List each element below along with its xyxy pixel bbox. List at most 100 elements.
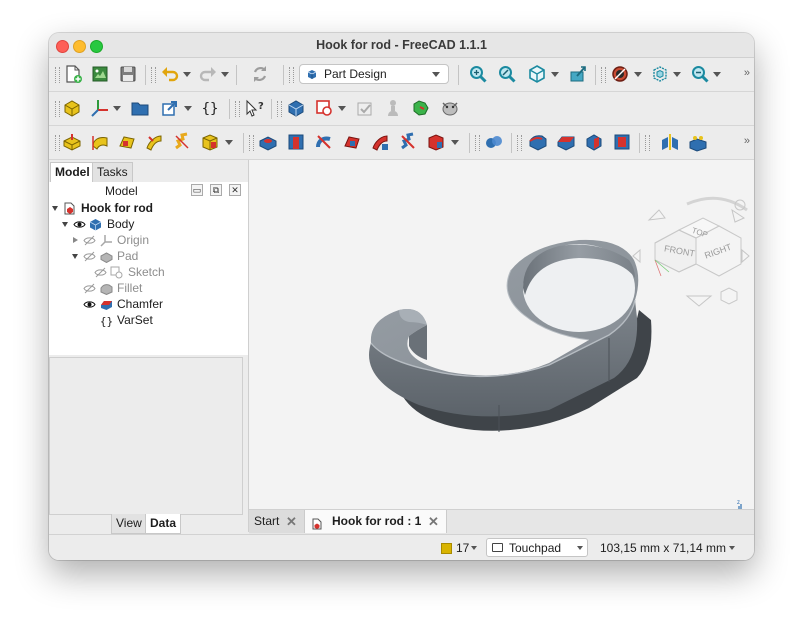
tab-data[interactable]: Data xyxy=(145,514,182,534)
coordinate-system-dropdown-arrow[interactable] xyxy=(113,106,121,111)
revolution-button[interactable] xyxy=(89,131,111,153)
tab-tasks[interactable]: Tasks xyxy=(92,162,133,182)
groove-button[interactable] xyxy=(313,131,335,153)
open-document-button[interactable] xyxy=(89,63,111,85)
draft-button[interactable] xyxy=(583,131,605,153)
fillet-button[interactable] xyxy=(527,131,549,153)
toolbar-grip[interactable] xyxy=(235,101,240,117)
notification-swatch-icon[interactable] xyxy=(441,543,452,554)
tree-item-chamfer[interactable]: Chamfer xyxy=(49,297,248,312)
close-panel-icon[interactable]: ✕ xyxy=(229,184,241,196)
sketch-dropdown-arrow[interactable] xyxy=(338,106,346,111)
tab-document[interactable]: Hook for rod : 1 ✕ xyxy=(305,510,447,533)
whats-this-button[interactable]: ? xyxy=(243,97,265,119)
tree-item-sketch[interactable]: Sketch xyxy=(49,265,248,280)
expand-arrow-icon[interactable] xyxy=(62,222,68,227)
toolbar-grip[interactable] xyxy=(517,135,522,151)
zoom-button[interactable] xyxy=(689,63,711,85)
create-group-button[interactable] xyxy=(129,97,151,119)
tab-model[interactable]: Model xyxy=(50,162,95,182)
close-icon[interactable]: ✕ xyxy=(286,510,297,533)
tree-item-origin[interactable]: Origin xyxy=(49,233,248,248)
eye-hidden-icon[interactable] xyxy=(83,234,96,247)
close-icon[interactable]: ✕ xyxy=(428,510,439,533)
expand-arrow-icon[interactable] xyxy=(72,254,78,259)
pad-button[interactable] xyxy=(61,131,83,153)
float-panel-icon[interactable]: ⧉ xyxy=(210,184,222,196)
draw-style-button[interactable] xyxy=(609,63,631,85)
subtractive-primitive-dropdown-arrow[interactable] xyxy=(451,140,459,145)
toolbar-grip[interactable] xyxy=(289,67,294,83)
create-link-button[interactable] xyxy=(159,97,181,119)
undo-dropdown-arrow[interactable] xyxy=(183,72,191,77)
refresh-button[interactable] xyxy=(249,63,271,85)
toolbar-grip[interactable] xyxy=(475,135,480,151)
redo-dropdown-arrow[interactable] xyxy=(221,72,229,77)
subtractive-pipe-button[interactable] xyxy=(369,131,391,153)
toolbar-grip[interactable] xyxy=(55,135,60,151)
additive-primitive-dropdown-arrow[interactable] xyxy=(225,140,233,145)
subtractive-helix-button[interactable] xyxy=(397,131,419,153)
eye-hidden-icon[interactable] xyxy=(83,250,96,263)
collapse-icon[interactable]: ▭ xyxy=(191,184,203,196)
additive-pipe-button[interactable] xyxy=(143,131,165,153)
clone-button[interactable] xyxy=(382,97,404,119)
save-document-button[interactable] xyxy=(117,63,139,85)
tree-item-body[interactable]: Body xyxy=(49,217,248,232)
toolbar-grip[interactable] xyxy=(645,135,650,151)
coordinate-system-button[interactable] xyxy=(89,97,111,119)
link-dropdown-arrow[interactable] xyxy=(184,106,192,111)
additive-helix-button[interactable] xyxy=(171,131,193,153)
toolbar-grip[interactable] xyxy=(55,67,60,83)
varset-button[interactable]: {} xyxy=(199,97,221,119)
zoom-dropdown-arrow[interactable] xyxy=(713,72,721,77)
toolbar-overflow-icon[interactable]: » xyxy=(744,135,750,147)
subtractive-primitive-button[interactable] xyxy=(425,131,447,153)
expand-arrow-icon[interactable] xyxy=(52,206,58,211)
undo-button[interactable] xyxy=(159,63,181,85)
create-part-button[interactable] xyxy=(61,97,83,119)
sub-shape-binder-button[interactable] xyxy=(439,97,461,119)
boolean-button[interactable] xyxy=(483,131,505,153)
eye-hidden-icon[interactable] xyxy=(94,266,107,279)
create-body-button[interactable] xyxy=(285,97,307,119)
3d-viewport[interactable]: FRONT RIGHT TOP z xyxy=(249,160,754,509)
hole-button[interactable] xyxy=(285,131,307,153)
chevron-down-icon[interactable] xyxy=(471,546,477,550)
toolbar-grip[interactable] xyxy=(249,135,254,151)
tree-item-fillet[interactable]: Fillet xyxy=(49,281,248,296)
bounding-box-button[interactable] xyxy=(649,63,671,85)
additive-loft-button[interactable] xyxy=(116,131,138,153)
tab-view[interactable]: View xyxy=(111,514,147,534)
standard-views-button[interactable] xyxy=(526,63,548,85)
mirrored-button[interactable] xyxy=(659,131,681,153)
fit-selection-button[interactable] xyxy=(496,63,518,85)
linear-pattern-button[interactable] xyxy=(687,131,709,153)
toolbar-grip[interactable] xyxy=(277,101,282,117)
eye-icon[interactable] xyxy=(83,298,96,311)
notification-count[interactable]: 17 xyxy=(456,541,469,555)
bounding-box-dropdown-arrow[interactable] xyxy=(673,72,681,77)
fit-all-button[interactable] xyxy=(467,63,489,85)
tab-start[interactable]: Start ✕ xyxy=(249,510,305,533)
subtractive-loft-button[interactable] xyxy=(341,131,363,153)
chamfer-button[interactable] xyxy=(555,131,577,153)
tree-item-pad[interactable]: Pad xyxy=(49,249,248,264)
shape-binder-button[interactable] xyxy=(410,97,432,119)
tree-item-document[interactable]: Hook for rod xyxy=(49,201,248,216)
standard-views-dropdown-arrow[interactable] xyxy=(551,72,559,77)
create-sketch-button[interactable] xyxy=(313,97,335,119)
eye-hidden-icon[interactable] xyxy=(83,282,96,295)
workbench-selector[interactable]: Part Design xyxy=(299,64,449,84)
toolbar-grip[interactable] xyxy=(55,101,60,117)
thickness-button[interactable] xyxy=(611,131,633,153)
draw-style-dropdown-arrow[interactable] xyxy=(634,72,642,77)
toolbar-grip[interactable] xyxy=(151,67,156,83)
redo-button[interactable] xyxy=(197,63,219,85)
collapsed-arrow-icon[interactable] xyxy=(73,237,78,243)
chevron-down-icon[interactable] xyxy=(729,546,735,550)
tree-item-varset[interactable]: {} VarSet xyxy=(49,313,248,328)
navigation-style-selector[interactable]: Touchpad xyxy=(486,538,588,557)
toolbar-grip[interactable] xyxy=(601,67,606,83)
navigation-cube[interactable]: FRONT RIGHT TOP xyxy=(632,196,750,307)
